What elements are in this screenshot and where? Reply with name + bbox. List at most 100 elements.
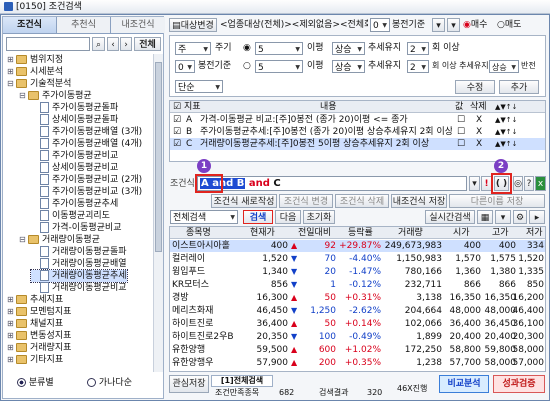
period-select[interactable]: 주 — [175, 42, 211, 55]
radio-by-alpha[interactable]: 가나다순 — [87, 377, 132, 389]
tab-recommend[interactable]: 추천식 — [57, 17, 111, 33]
expand-icon[interactable]: ⊞ — [7, 318, 16, 330]
row-value-checkbox[interactable]: ☐ — [457, 126, 465, 138]
tree-folder[interactable]: ⊞ 기타지표 — [7, 354, 63, 366]
grid-options-button[interactable]: ▾ — [495, 210, 511, 224]
table-row[interactable]: 윙입푸드 1,340 ▼ 20 -1.47% 780,166 1,360 1,380 1,335 — [170, 266, 545, 278]
table-row[interactable]: 메리츠화재 46,450 ▼ 1,250 -2.62% 204,664 48,000 48,0… — [170, 305, 545, 317]
col-high[interactable]: 고가 — [492, 227, 509, 239]
mode-select[interactable]: 단순 — [175, 80, 223, 93]
radio-by-category[interactable]: 분류별 — [17, 377, 54, 389]
tree-folder[interactable]: ⊞ 채널지표 — [7, 318, 63, 330]
tree-item[interactable]: 주가이동평균배열 (3개) — [31, 126, 142, 138]
tree-item[interactable]: 거래량이동평균비교 — [31, 282, 127, 294]
expand-icon[interactable]: ⊟ — [19, 90, 28, 102]
search-button[interactable]: 검색 — [243, 210, 273, 224]
header-check[interactable]: ☑ — [173, 101, 181, 113]
search-glass-button[interactable]: ⌕ — [92, 37, 105, 51]
tree-folder[interactable]: ⊞ 거래량지표 — [7, 342, 71, 354]
excel-button[interactable]: x — [535, 176, 546, 191]
buy-radio[interactable]: ◉매수 — [463, 18, 487, 32]
bars-before-input[interactable]: 0 — [370, 18, 390, 32]
tab-my-condition[interactable]: 내조건식 — [111, 17, 165, 33]
grid-view-button[interactable]: ▦ — [477, 210, 493, 224]
table-row[interactable]: 유한양행 59,500 ▲ 600 +1.02% 172,250 58,800 59,800 5… — [170, 344, 545, 356]
expand-icon[interactable]: ⊞ — [7, 294, 16, 306]
tree-search-input[interactable] — [6, 37, 90, 51]
bars-input-2[interactable]: 0 — [175, 60, 195, 73]
row-move-arrows[interactable]: ▲▼↑↓ — [495, 126, 518, 138]
row-checkbox[interactable]: ☑ — [173, 126, 181, 138]
tree-folder[interactable]: ⊞ 범위지정 — [7, 54, 63, 66]
all-button[interactable]: 전체 — [134, 37, 161, 51]
result-tab[interactable]: [1]전체검색 — [211, 375, 273, 387]
tree-item[interactable]: 거래량이동평균배열 — [31, 258, 127, 270]
tree-scrollbar[interactable] — [153, 54, 163, 372]
col-low[interactable]: 저가 — [526, 227, 543, 239]
help-button[interactable]: ? — [524, 176, 534, 191]
tree-item[interactable]: 이동평균괴리도 — [31, 210, 110, 222]
reverse-dir-select[interactable]: 상승 — [489, 60, 519, 73]
tree-item[interactable]: 가격-이동평균비교 — [31, 222, 122, 234]
row-checkbox[interactable]: ☑ — [173, 138, 181, 150]
expand-icon[interactable]: ⊞ — [7, 306, 16, 318]
prev-button[interactable]: ‹ — [107, 37, 119, 51]
settings-button[interactable]: ⚙ — [513, 210, 527, 224]
tree-item[interactable]: 주가이동평균배열 (4개) — [31, 138, 142, 150]
condition-row[interactable]: ☑ C 거래량이동평균추세:[주]0봉전 5이평 상승추세유지 2회 이상 ☐ X ▲▼↑… — [170, 138, 545, 150]
tree-folder[interactable]: ⊞ 시세분석 — [7, 66, 63, 78]
row-delete-button[interactable]: X — [476, 126, 482, 138]
sell-radio[interactable]: ○매도 — [497, 18, 521, 32]
col-price[interactable]: 현재가 — [250, 227, 275, 239]
tree-folder[interactable]: ⊟ 기술적분석 — [7, 78, 71, 90]
options-button[interactable]: ▾ — [432, 18, 445, 32]
table-row[interactable]: 경방 16,300 ▲ 50 +0.31% 3,138 16,350 16,350 16,200 — [170, 292, 545, 304]
ma-period-1[interactable]: 5 — [255, 42, 303, 55]
expand-icon[interactable]: ⊞ — [7, 66, 16, 78]
tree-item[interactable]: 주가이동평균비교 (3개) — [31, 186, 142, 198]
options-button-2[interactable]: ▾ — [447, 18, 460, 32]
row-move-arrows[interactable]: ▲▼↑↓ — [495, 114, 518, 126]
tree-folder[interactable]: ⊞ 모멘텀지표 — [7, 306, 71, 318]
row-value-checkbox[interactable]: ☐ — [457, 114, 465, 126]
condition-row[interactable]: ☑ B 주가이동평균추세:[주]0봉전 (종가 20)이평 상승추세유지 2회 이상… — [170, 126, 545, 138]
formula-input[interactable]: A and B and C — [197, 176, 467, 191]
row-value-checkbox[interactable]: ☐ — [457, 138, 465, 150]
expand-icon[interactable]: ⊞ — [7, 342, 16, 354]
table-row[interactable]: 하이트진로2우B 20,350 ▼ 100 -0.49% 1,899 20,400 20,40… — [170, 331, 545, 343]
expand-icon[interactable]: ⊟ — [19, 234, 28, 246]
expand-icon[interactable]: ⊞ — [7, 54, 16, 66]
scroll-thumb[interactable] — [155, 62, 162, 252]
count-input-1[interactable]: 2 — [407, 42, 429, 55]
row-checkbox[interactable]: ☑ — [173, 114, 181, 126]
radio-ma-2[interactable]: ○ — [243, 59, 251, 73]
row-move-arrows[interactable]: ▲▼↑↓ — [495, 138, 518, 150]
count-input-2[interactable]: 2 — [407, 60, 429, 73]
ma-period-2[interactable]: 5 — [255, 60, 303, 73]
new-condition-button[interactable]: 조건식 새로작성 — [211, 194, 277, 208]
radio-ma-1[interactable]: ◉ — [243, 41, 251, 55]
tree-item[interactable]: 거래량이동평균추세 — [30, 269, 128, 283]
col-volume[interactable]: 거래량 — [398, 227, 423, 239]
tree-folder[interactable]: ⊞ 추세지표 — [7, 294, 63, 306]
table-row[interactable]: KR모터스 856 ▼ 1 -0.12% 232,711 866 866 850 — [170, 279, 545, 291]
reset-button[interactable]: 초기화 — [303, 210, 335, 224]
compare-button[interactable]: 비교분석 — [439, 375, 489, 393]
tree-item[interactable]: 주가이동평균비교 — [31, 150, 118, 162]
delete-condition-button[interactable]: 조건식 삭제 — [335, 194, 389, 208]
col-rate[interactable]: 등락률 — [348, 227, 373, 239]
expand-icon[interactable]: ⊟ — [7, 78, 16, 90]
tree-folder[interactable]: ⊟ 주가이동평균 — [19, 90, 92, 102]
tree-item[interactable]: 주가이동평균비교 (2개) — [31, 174, 142, 186]
tree-item[interactable]: 주가이동평균추세 — [31, 198, 118, 210]
save-as-button[interactable]: 다른이름 저장 — [449, 194, 545, 208]
col-name[interactable]: 종목명 — [186, 227, 211, 239]
search-scope-select[interactable]: 전체검색 — [170, 210, 238, 224]
table-row[interactable]: 이스트아시아홀 400 ▲ 92 +29.87% 249,673,983 400 400 334 — [170, 240, 545, 252]
direction-select-2[interactable]: 상승 — [332, 60, 365, 73]
tree-folder[interactable]: ⊟ 거래량이동평균 — [19, 234, 100, 246]
tree-item[interactable]: 거래량이동평균돌파 — [31, 246, 127, 258]
target-change-button[interactable]: ▤대상변경 — [169, 18, 217, 32]
tree-folder[interactable]: ⊞ 변동성지표 — [7, 330, 71, 342]
table-row[interactable]: 유한양행우 57,900 ▲ 200 +0.35% 1,238 57,700 58,000 57… — [170, 357, 545, 369]
